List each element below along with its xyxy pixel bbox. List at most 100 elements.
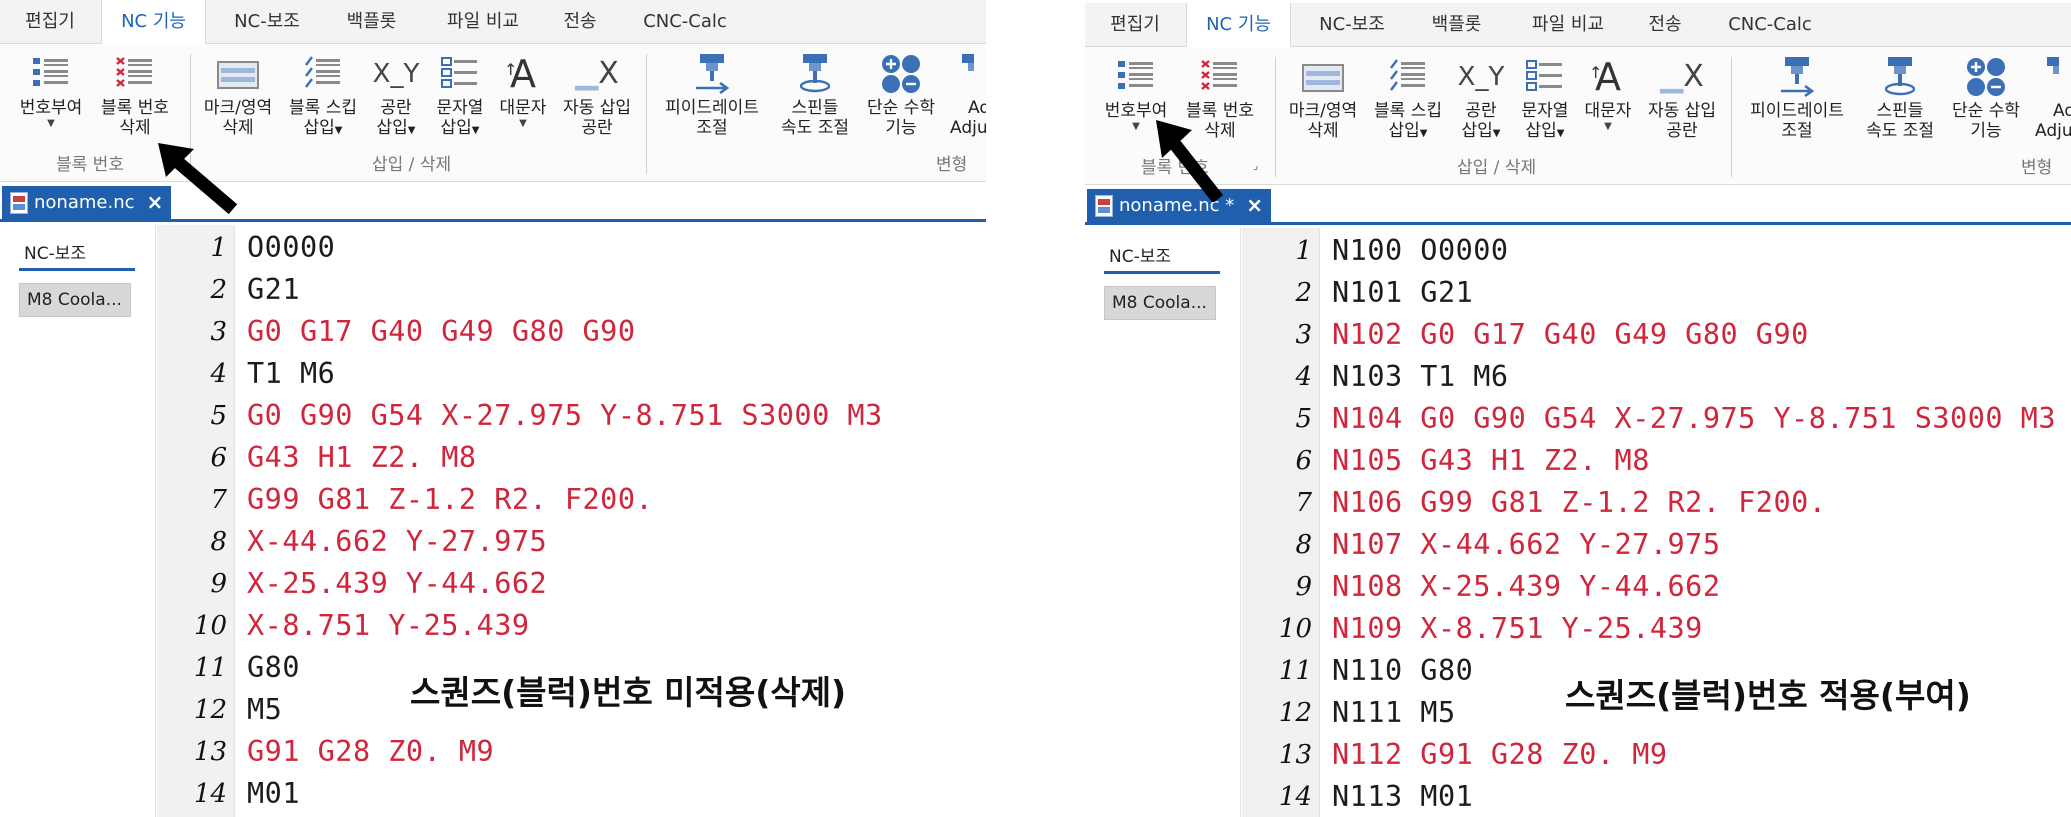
- code-line[interactable]: 7 N106 G99 G81 Z-1.2 R2. F200.: [1242, 482, 2071, 524]
- auto-space-icon: ▁X: [554, 50, 640, 98]
- space-insert-button[interactable]: X_Y 공란 삽입▼: [364, 50, 428, 141]
- simple-math-button[interactable]: 단순 수학 기능: [858, 50, 944, 138]
- space-insert-button[interactable]: X_Y 공란 삽입▼: [1449, 53, 1513, 144]
- side-tab-nc-assist[interactable]: NC-보조: [1104, 238, 1220, 274]
- ribbon-separator: [1275, 57, 1276, 177]
- menu-tab-cnc-calc[interactable]: CNC-Calc: [630, 0, 740, 44]
- document-tab[interactable]: noname.nc ×: [2, 186, 172, 219]
- menu-tab-transfer[interactable]: 전송: [545, 0, 615, 44]
- math-operators-icon: [858, 50, 944, 98]
- block-number-delete-button[interactable]: 블록 번호 삭제: [1177, 53, 1263, 141]
- code-line[interactable]: 3 G0 G17 G40 G49 G80 G90: [157, 311, 986, 353]
- side-tab-nc-assist[interactable]: NC-보조: [19, 235, 135, 271]
- string-insert-button[interactable]: 문자열 삽입▼: [1513, 53, 1577, 144]
- menu-tab-nc-functions[interactable]: NC 기능: [101, 0, 206, 45]
- code-line[interactable]: 3 N102 G0 G17 G40 G49 G80 G90: [1242, 314, 2071, 356]
- code-line[interactable]: 9 N108 X-25.439 Y-44.662: [1242, 566, 2071, 608]
- menu-tab-editor[interactable]: 편집기: [0, 0, 100, 44]
- line-number: 6: [210, 443, 227, 473]
- code-line[interactable]: 8 N107 X-44.662 Y-27.975: [1242, 524, 2071, 566]
- mark-area-icon: [1279, 53, 1367, 101]
- menu-tab-transfer[interactable]: 전송: [1630, 3, 1700, 47]
- code-line[interactable]: 4 N103 T1 M6: [1242, 356, 2071, 398]
- menu-tab-backplot[interactable]: 백플롯: [1409, 3, 1504, 47]
- mark-area-delete-button[interactable]: 마크/영역 삭제: [194, 50, 282, 138]
- auto-space-insert-button[interactable]: ▁X 자동 삽입 공란: [1639, 53, 1725, 142]
- auto-space-label-1: 자동 삽입: [563, 98, 631, 118]
- code-line[interactable]: 10 X-8.751 Y-25.439: [157, 605, 986, 647]
- dialog-launcher-icon[interactable]: ⌟: [168, 156, 173, 169]
- block-skip-label-2: 삽입: [303, 118, 335, 138]
- code-line-text: G0 G17 G40 G49 G80 G90: [247, 315, 636, 348]
- string-insert-button[interactable]: 문자열 삽입▼: [428, 50, 492, 141]
- menu-tab-nc-assist[interactable]: NC-보조: [212, 0, 322, 44]
- uppercase-button[interactable]: A ↑ 대문자 ▼: [1577, 53, 1639, 133]
- block-skip-insert-button[interactable]: 블록 스킵 삽입▼: [282, 50, 364, 141]
- line-number: 5: [210, 401, 227, 431]
- math-label-1: 단순 수학: [1952, 101, 2020, 121]
- block-delete-label-2: 삭제: [119, 118, 151, 138]
- menu-tab-label: 백플롯: [1431, 14, 1482, 35]
- uppercase-icon: A ↑: [492, 50, 554, 98]
- code-line-text: N113 M01: [1332, 780, 1474, 813]
- dropdown-arrow-icon: ▼: [1604, 121, 1612, 132]
- uppercase-button[interactable]: A ↑ 대문자 ▼: [492, 50, 554, 130]
- line-number: 14: [1278, 782, 1312, 812]
- adjust-icon: [944, 50, 986, 98]
- mark-area-delete-button[interactable]: 마크/영역 삭제: [1279, 53, 1367, 141]
- number-assign-button[interactable]: 번호부여 ▼: [1095, 53, 1177, 133]
- menu-tab-nc-assist[interactable]: NC-보조: [1297, 3, 1407, 47]
- feedrate-adjust-button[interactable]: 피이드레이트 조절: [652, 50, 772, 138]
- adjust-icon: [2029, 53, 2071, 101]
- spindle-speed-button[interactable]: 스핀들 속도 조절: [1857, 53, 1943, 141]
- block-skip-insert-button[interactable]: 블록 스킵 삽입▼: [1367, 53, 1449, 144]
- document-tab[interactable]: noname.nc * ×: [1087, 189, 1271, 222]
- nc-file-icon: [10, 191, 28, 214]
- menu-tab-nc-functions[interactable]: NC 기능: [1186, 3, 1291, 48]
- dialog-launcher-icon[interactable]: ⌟: [1253, 159, 1258, 172]
- code-line[interactable]: 14 N113 M01: [1242, 776, 2071, 817]
- spindle-speed-button[interactable]: 스핀들 속도 조절: [772, 50, 858, 138]
- menu-tab-file-compare[interactable]: 파일 비교: [1513, 3, 1623, 47]
- line-number: 5: [1295, 404, 1312, 434]
- code-line[interactable]: 14 M01: [157, 773, 986, 815]
- side-panel: NC-보조 M8 Coola...: [0, 225, 156, 817]
- close-icon[interactable]: ×: [147, 186, 164, 219]
- auto-space-icon: ▁X: [1639, 53, 1725, 101]
- code-line[interactable]: 2 G21: [157, 269, 986, 311]
- code-line[interactable]: 10 N109 X-8.751 Y-25.439: [1242, 608, 2071, 650]
- string-insert-label-1: 문자열: [436, 98, 484, 118]
- code-line[interactable]: 5 G0 G90 G54 X-27.975 Y-8.751 S3000 M3: [157, 395, 986, 437]
- auto-space-insert-button[interactable]: ▁X 자동 삽입 공란: [554, 50, 640, 139]
- simple-math-button[interactable]: 단순 수학 기능: [1943, 53, 2029, 141]
- code-line[interactable]: 2 N101 G21: [1242, 272, 2071, 314]
- menu-tab-cnc-calc[interactable]: CNC-Calc: [1715, 3, 1825, 47]
- code-line[interactable]: 13 G91 G28 Z0. M9: [157, 731, 986, 773]
- menu-tab-file-compare[interactable]: 파일 비교: [428, 0, 538, 44]
- line-number: 4: [210, 359, 227, 389]
- close-icon[interactable]: ×: [1246, 189, 1263, 222]
- block-number-delete-button[interactable]: 블록 번호 삭제: [92, 50, 178, 138]
- code-line[interactable]: 6 N105 G43 H1 Z2. M8: [1242, 440, 2071, 482]
- feedrate-adjust-button[interactable]: 피이드레이트 조절: [1737, 53, 1857, 141]
- code-line[interactable]: 1 O0000: [157, 227, 986, 269]
- code-line[interactable]: 1 N100 O0000: [1242, 230, 2071, 272]
- m8-coolant-button[interactable]: M8 Coola...: [19, 283, 131, 317]
- mark-delete-label-1: 마크/영역: [1288, 101, 1358, 121]
- code-line[interactable]: 5 N104 G0 G90 G54 X-27.975 Y-8.751 S3000 …: [1242, 398, 2071, 440]
- number-assign-button[interactable]: 번호부여 ▼: [10, 50, 92, 130]
- code-line[interactable]: 13 N112 G91 G28 Z0. M9: [1242, 734, 2071, 776]
- line-number: 1: [210, 233, 227, 263]
- string-insert-label-2: 삽입: [1525, 121, 1557, 141]
- code-line[interactable]: 8 X-44.662 Y-27.975: [157, 521, 986, 563]
- code-line[interactable]: 7 G99 G81 Z-1.2 R2. F200.: [157, 479, 986, 521]
- code-line[interactable]: 4 T1 M6: [157, 353, 986, 395]
- menu-tab-label: 전송: [563, 11, 597, 32]
- m8-coolant-button[interactable]: M8 Coola...: [1104, 286, 1216, 320]
- adjust-button[interactable]: Ad Adju: [2029, 53, 2071, 141]
- code-line[interactable]: 6 G43 H1 Z2. M8: [157, 437, 986, 479]
- code-line[interactable]: 9 X-25.439 Y-44.662: [157, 563, 986, 605]
- menu-tab-backplot[interactable]: 백플롯: [324, 0, 419, 44]
- menu-tab-editor[interactable]: 편집기: [1085, 3, 1185, 47]
- adjust-button[interactable]: Ad Adju: [944, 50, 986, 138]
